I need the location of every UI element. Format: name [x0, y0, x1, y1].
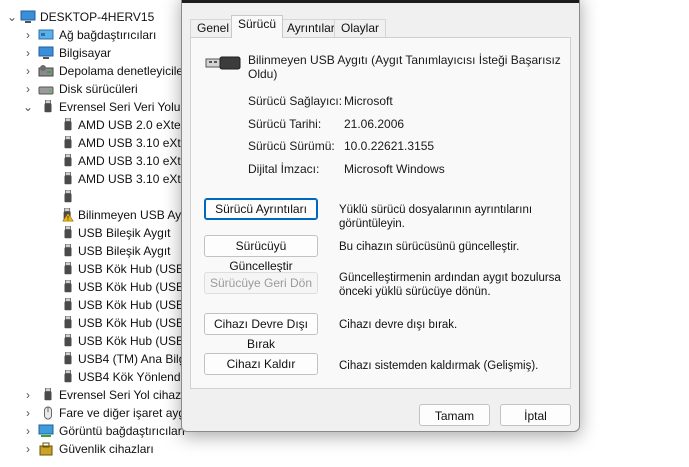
tree-item-label: Evrensel Seri Yol cihazla: [59, 388, 191, 402]
tab-general[interactable]: Genel: [190, 19, 237, 37]
network-adapter-icon: [38, 29, 54, 40]
chevron-right-icon[interactable]: ›: [22, 404, 34, 422]
usb-icon: [64, 136, 72, 149]
chevron-right-icon[interactable]: ›: [22, 386, 34, 404]
usb-icon: [64, 172, 72, 185]
tree-item-label: USB Bileşik Aygıt: [78, 226, 171, 240]
driver-date-label: Sürücü Tarihi:: [248, 117, 322, 131]
usb-device-icon: [205, 56, 241, 70]
usb-warning-icon: [62, 208, 74, 222]
chevron-down-icon[interactable]: ⌄: [22, 98, 34, 116]
tree-item-label: Bilinmeyen USB Ayg: [78, 208, 188, 222]
usb-icon: [64, 316, 72, 329]
usb-icon: [64, 262, 72, 275]
driver-tab-panel: Bilinmeyen USB Aygıtı (Aygıt Tanımlayıcı…: [190, 37, 571, 389]
chevron-right-icon[interactable]: ›: [22, 440, 34, 458]
security-device-icon: [39, 442, 53, 456]
usb-icon: [44, 100, 52, 113]
disk-drive-icon: [38, 86, 54, 95]
chevron-right-icon[interactable]: ›: [22, 62, 34, 80]
tab-driver[interactable]: Sürücü: [231, 15, 284, 38]
disable-device-button[interactable]: Cihazı Devre Dışı Bırak: [204, 313, 318, 351]
tree-item-label: Ağ bağdaştırıcıları: [59, 28, 157, 42]
driver-details-button[interactable]: Sürücü Ayrıntıları: [204, 198, 318, 220]
device-properties-dialog: Genel Sürücü Ayrıntılar Olaylar Bilinmey…: [181, 0, 580, 432]
usb-icon: [64, 244, 72, 257]
usb-icon: [64, 190, 72, 203]
dialog-title-bar[interactable]: [182, 0, 579, 3]
tree-item-label: USB Kök Hub (USB: [78, 262, 185, 276]
chevron-right-icon[interactable]: ›: [22, 44, 34, 62]
driver-details-description: Yüklü sürücü dosyalarının ayrıntılarını …: [339, 204, 533, 230]
tree-item-label: USB Kök Hub (USB: [78, 298, 185, 312]
tree-item-label: AMD USB 2.0 eXten: [78, 118, 188, 132]
update-driver-description: Bu cihazın sürücüsünü güncelleştir.: [339, 241, 520, 253]
display-adapter-icon: [38, 424, 54, 437]
disable-device-description: Cihazı devre dışı bırak.: [339, 319, 458, 331]
tree-item-label: USB4 (TM) Ana Bilg: [78, 352, 186, 366]
device-name: Bilinmeyen USB Aygıtı (Aygıt Tanımlayıcı…: [248, 53, 561, 81]
tree-item-label: Bilgisayar: [59, 46, 112, 60]
usb-icon: [44, 388, 52, 401]
tree-item-label: Disk sürücüleri: [59, 82, 138, 96]
tree-item-label: AMD USB 3.10 eXte: [78, 154, 188, 168]
tree-item-label: USB Bileşik Aygıt: [78, 244, 171, 258]
driver-provider-label: Sürücü Sağlayıcı:: [248, 94, 343, 108]
roll-back-driver-description: Güncelleştirmenin ardından aygıt bozulur…: [339, 272, 561, 298]
usb-icon: [64, 154, 72, 167]
tree-item-label: USB Kök Hub (USB: [78, 334, 185, 348]
mouse-icon: [44, 406, 52, 420]
tree-item-label: Güvenlik cihazları: [59, 442, 154, 456]
uninstall-device-button[interactable]: Cihazı Kaldır: [204, 353, 318, 375]
chevron-down-icon[interactable]: ⌄: [6, 8, 18, 26]
tree-item-label: USB Kök Hub (USB: [78, 280, 185, 294]
usb-icon: [64, 298, 72, 311]
computer-icon: [20, 10, 36, 23]
tree-item-label: USB Kök Hub (USB: [78, 316, 185, 330]
tree-item-label: Depolama denetleyicile: [59, 64, 184, 78]
digital-signer-value: Microsoft Windows: [344, 162, 445, 176]
usb-icon: [64, 370, 72, 383]
usb-icon: [64, 352, 72, 365]
usb-icon: [64, 334, 72, 347]
digital-signer-label: Dijital İmzacı:: [248, 162, 320, 176]
tree-root-label: DESKTOP-4HERV15: [40, 10, 155, 24]
tab-events[interactable]: Olaylar: [334, 19, 387, 37]
tree-item-label: Evrensel Seri Veri Yolu d: [59, 100, 191, 114]
computer-icon: [38, 46, 54, 59]
tree-item-label: USB4 Kök Yönlendir: [78, 370, 188, 384]
usb-icon: [64, 118, 72, 131]
storage-controller-icon: [38, 65, 54, 77]
tree-item-label: Görüntü bağdaştırıcıları: [59, 424, 186, 438]
tree-item-label: AMD USB 3.10 eXte: [78, 136, 188, 150]
ok-button[interactable]: Tamam: [419, 404, 490, 426]
chevron-right-icon[interactable]: ›: [22, 422, 34, 440]
usb-icon: [64, 280, 72, 293]
update-driver-button[interactable]: Sürücüyü Güncelleştir: [204, 235, 318, 273]
chevron-right-icon[interactable]: ›: [22, 80, 34, 98]
tree-item-label: Fare ve diğer işaret ayg: [59, 406, 186, 420]
driver-provider-value: Microsoft: [344, 94, 393, 108]
uninstall-device-description: Cihazı sistemden kaldırmak (Gelişmiş).: [339, 360, 539, 372]
tab-details[interactable]: Ayrıntılar: [280, 19, 342, 37]
driver-version-label: Sürücü Sürümü:: [248, 139, 335, 153]
driver-version-value: 10.0.22621.3155: [344, 139, 435, 153]
cancel-button[interactable]: İptal: [500, 404, 571, 426]
driver-date-value: 21.06.2006: [344, 117, 405, 131]
roll-back-driver-button[interactable]: Sürücüye Geri Dön: [204, 272, 318, 294]
usb-icon: [64, 226, 72, 239]
tree-item-label: AMD USB 3.10 eXte: [78, 172, 188, 186]
chevron-right-icon[interactable]: ›: [22, 26, 34, 44]
